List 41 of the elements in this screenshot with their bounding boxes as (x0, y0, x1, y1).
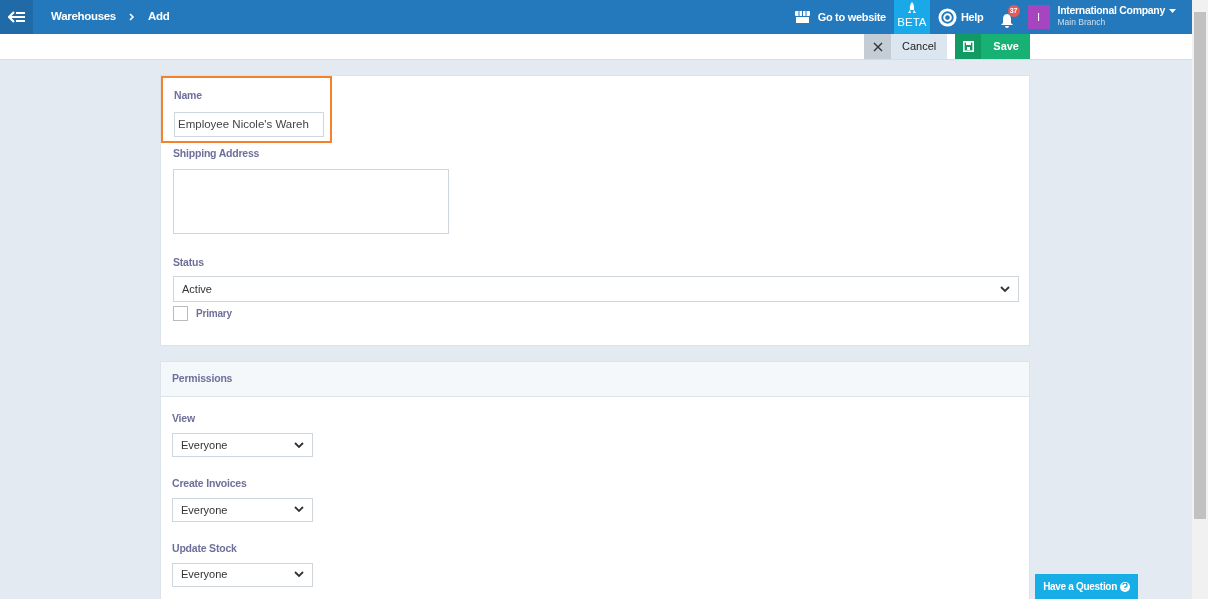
save-button[interactable]: Save (955, 34, 1030, 59)
cancel-button[interactable]: Cancel (864, 34, 948, 59)
checkbox-label: Primary (196, 307, 232, 322)
field-label: Name (174, 88, 203, 103)
website-link[interactable]: Go to website (817, 8, 886, 26)
chevron-down-icon (294, 441, 304, 449)
field-label: Create Invoices (172, 476, 248, 491)
status-select[interactable]: Active (173, 276, 1019, 303)
permission-select[interactable]: Everyone (172, 497, 313, 522)
field-label: Shipping Address (173, 145, 261, 161)
shipping-address-input[interactable] (173, 168, 449, 234)
bell-icon (999, 12, 1014, 29)
chevron-down-icon (294, 571, 304, 578)
help-link[interactable]: Help (960, 8, 984, 26)
store-icon (794, 11, 810, 23)
primary-checkbox[interactable] (173, 306, 188, 322)
permission-select[interactable]: Everyone (172, 562, 313, 587)
chevron-down-icon (1000, 285, 1010, 293)
back-menu-icon (7, 10, 26, 24)
section-title: Permissions (172, 371, 233, 387)
rocket-icon (907, 2, 916, 15)
company-name[interactable]: International Company (1057, 4, 1165, 17)
branch-name: Main Branch (1057, 16, 1107, 30)
breadcrumb-link[interactable]: Warehouses (51, 8, 116, 26)
close-icon (872, 41, 883, 52)
menu-button[interactable] (0, 0, 33, 34)
caret-icon (1169, 8, 1176, 13)
lifebuoy-icon (937, 7, 957, 27)
breadcrumb-current: Add (147, 9, 170, 25)
field-label: View (172, 411, 196, 427)
name-input[interactable]: Employee Nicole's Wareh (174, 111, 324, 137)
field-label: Update Stock (172, 540, 238, 556)
beta-button[interactable]: BETA (893, 0, 930, 34)
help-button[interactable]: Have a Question (1035, 574, 1138, 599)
account-avatar: I (1027, 5, 1050, 29)
chevron-icon (127, 12, 136, 22)
field-label: Status (173, 254, 205, 270)
question-icon (1120, 581, 1130, 592)
scrollbar[interactable] (1192, 0, 1208, 599)
permission-select[interactable]: Everyone (172, 433, 313, 457)
chevron-down-icon (294, 506, 304, 514)
